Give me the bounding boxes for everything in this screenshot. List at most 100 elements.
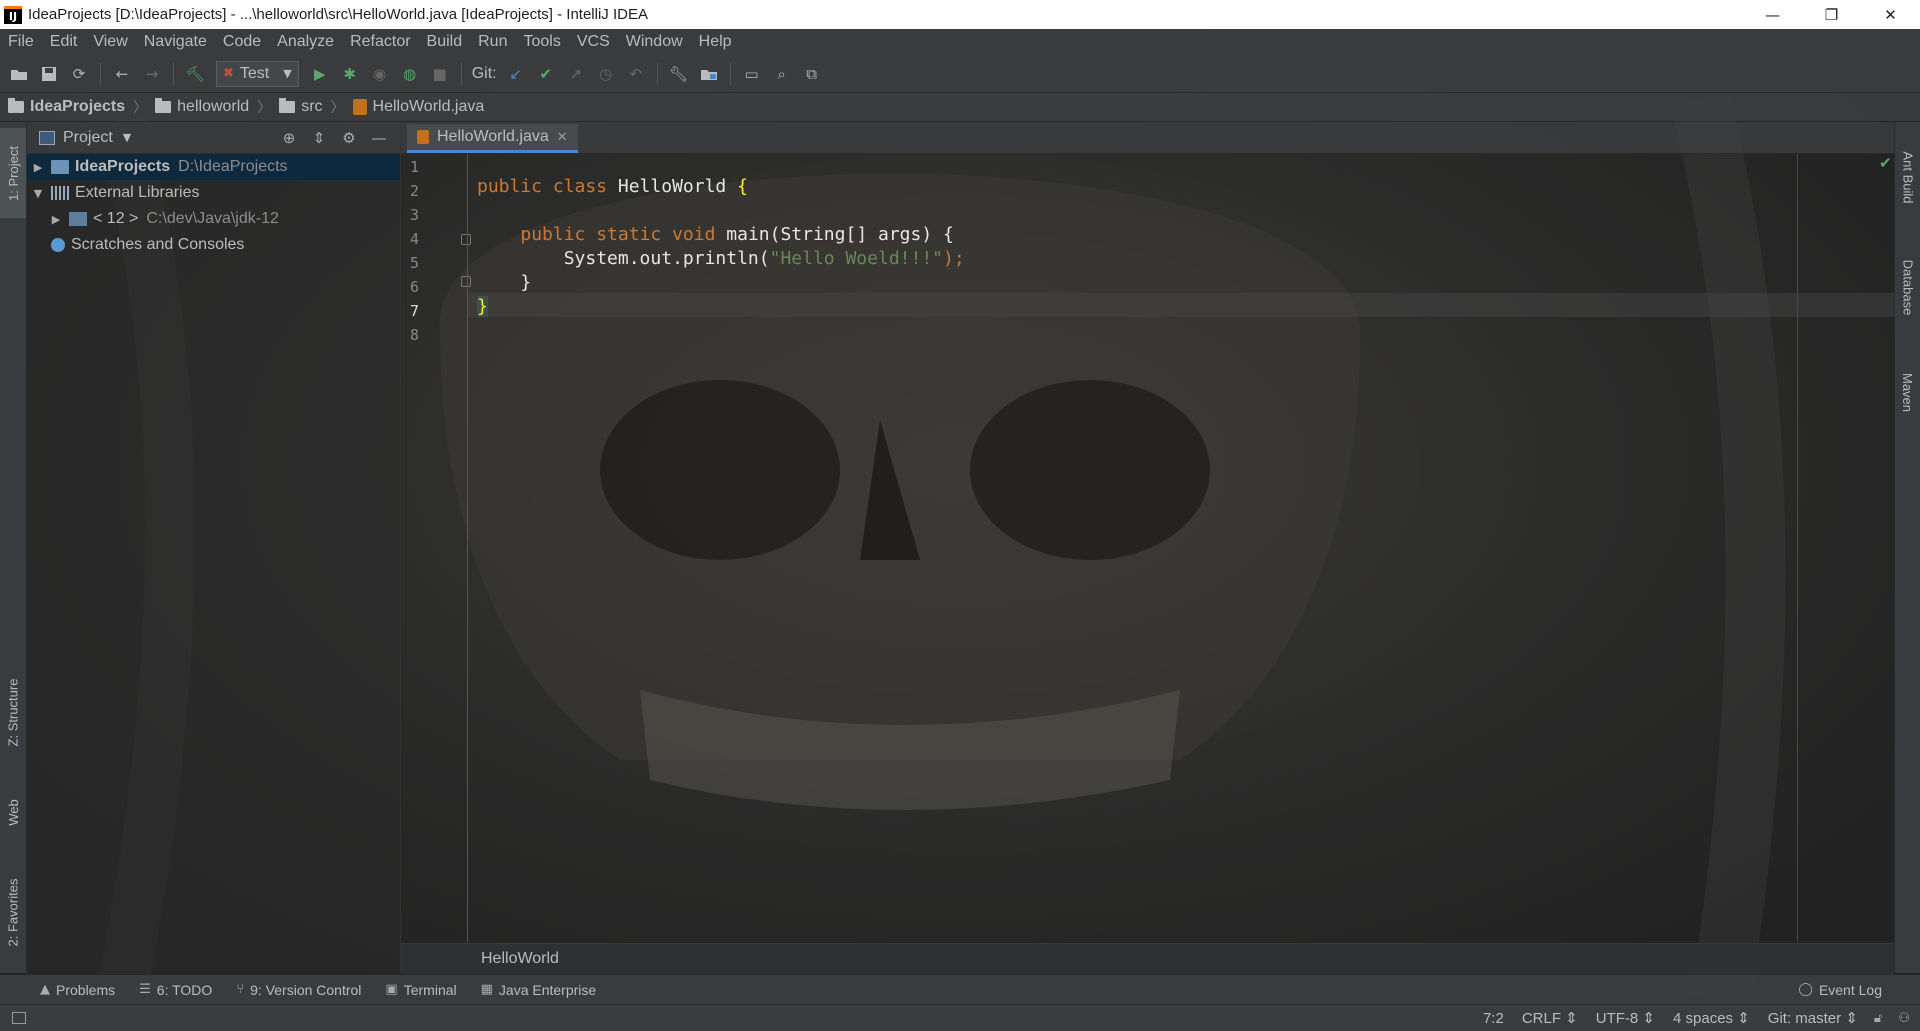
editor-gutter[interactable]: 1 2 3 4 5 6 7 8 — [401, 154, 467, 942]
close-tab-icon[interactable]: ✕ — [557, 130, 568, 145]
breadcrumb-item-src[interactable]: src — [279, 98, 323, 116]
code-line-6: } — [477, 272, 531, 293]
project-structure-icon[interactable] — [694, 59, 724, 89]
fold-marker-icon[interactable] — [461, 276, 471, 287]
tool-window-maven[interactable]: Maven — [1895, 352, 1920, 432]
menu-run[interactable]: Run — [470, 33, 515, 51]
editor-tab-helloworld[interactable]: HelloWorld.java ✕ — [407, 124, 578, 153]
window-title: IdeaProjects [D:\IdeaProjects] - ...\hel… — [28, 6, 648, 23]
breadcrumb-item-helloworld[interactable]: helloworld — [155, 98, 249, 116]
toggle-tool-windows-icon[interactable] — [12, 1012, 26, 1024]
breadcrumb-item-file[interactable]: HelloWorld.java — [352, 98, 484, 116]
project-view-selector[interactable]: Project ▼ — [39, 129, 131, 147]
code-editor[interactable]: 1 2 3 4 5 6 7 8 ✔ public class HelloWorl… — [401, 154, 1894, 942]
tool-window-project[interactable]: 1: Project — [0, 128, 26, 218]
inspector-icon[interactable]: ⚇ — [1898, 1011, 1910, 1026]
editor-breadcrumb-class[interactable]: HelloWorld — [481, 950, 559, 968]
tool-window-favorites[interactable]: 2: Favorites — [0, 862, 26, 962]
vcs-operations-icon[interactable]: ⧉ — [797, 59, 827, 89]
java-file-icon — [417, 130, 429, 144]
menu-vcs[interactable]: VCS — [569, 33, 618, 51]
git-branch-selector[interactable]: Git: master ⇕ — [1768, 1009, 1858, 1027]
jdk-folder-icon — [69, 212, 87, 226]
intellij-logo-icon: IJ — [4, 5, 22, 24]
tab-version-control[interactable]: ⑂ 9: Version Control — [236, 982, 361, 998]
run-icon[interactable]: ▶ — [305, 59, 335, 89]
git-history-icon[interactable]: ◷ — [591, 59, 621, 89]
profile-icon[interactable]: ◍ — [395, 59, 425, 89]
line-separator-selector[interactable]: CRLF ⇕ — [1522, 1009, 1578, 1027]
tree-item-ideaprojects[interactable]: ▶ IdeaProjects D:\IdeaProjects — [27, 154, 400, 180]
git-revert-icon[interactable]: ↶ — [621, 59, 651, 89]
menu-help[interactable]: Help — [691, 33, 740, 51]
collapse-all-icon[interactable]: ⇕ — [304, 129, 334, 147]
chevron-right-icon: 〉 — [257, 100, 272, 116]
open-folder-icon[interactable] — [4, 59, 34, 89]
folder-icon — [155, 98, 172, 113]
tab-todo[interactable]: ☰ 6: TODO — [139, 982, 212, 998]
back-arrow-icon[interactable]: ← — [107, 59, 137, 89]
run-configuration-select[interactable]: ✖ Test ▼ — [216, 60, 299, 87]
debug-bug-icon[interactable]: ✱ — [335, 59, 365, 89]
tree-item-external-libraries[interactable]: ▼ External Libraries — [27, 180, 400, 206]
no-problems-check-icon[interactable]: ✔ — [1879, 154, 1892, 172]
caret-position[interactable]: 7:2 — [1483, 1010, 1504, 1027]
encoding-selector[interactable]: UTF-8 ⇕ — [1596, 1009, 1655, 1027]
menu-refactor[interactable]: Refactor — [342, 33, 418, 51]
menu-view[interactable]: View — [85, 33, 135, 51]
build-hammer-icon[interactable]: 🔨︎ — [180, 59, 210, 89]
project-icon — [39, 130, 55, 145]
restore-button[interactable]: ❐ — [1802, 0, 1861, 29]
tool-window-label: Web — [5, 798, 21, 826]
menu-edit[interactable]: Edit — [42, 33, 86, 51]
menu-navigate[interactable]: Navigate — [136, 33, 215, 51]
expand-arrow-icon[interactable]: ▶ — [49, 213, 63, 226]
tree-item-jdk[interactable]: ▶ < 12 > C:\dev\Java\jdk-12 — [27, 206, 400, 232]
tab-terminal[interactable]: ▣ Terminal — [385, 982, 456, 998]
tab-problems[interactable]: ▲ Problems — [40, 982, 115, 998]
terminal-window-icon[interactable]: ▭ — [737, 59, 767, 89]
menu-file[interactable]: File — [0, 33, 42, 51]
lock-icon[interactable]: 🔓︎ — [1874, 1011, 1882, 1026]
expand-arrow-icon[interactable]: ▶ — [31, 161, 45, 174]
search-icon[interactable]: ⌕ — [767, 59, 797, 89]
locate-file-icon[interactable]: ⊕ — [274, 129, 304, 147]
tool-window-ant-build[interactable]: Ant Build — [1895, 132, 1920, 222]
tool-window-label: Maven — [1900, 372, 1916, 412]
minimize-button[interactable]: — — [1743, 0, 1802, 29]
breadcrumb-item-ideaprojects[interactable]: IdeaProjects — [8, 98, 125, 116]
settings-wrench-icon[interactable]: 🔧︎ — [664, 59, 694, 89]
run-coverage-icon[interactable]: ◉ — [365, 59, 395, 89]
tab-java-enterprise[interactable]: ▦ Java Enterprise — [481, 982, 597, 998]
collapse-arrow-icon[interactable]: ▼ — [31, 187, 45, 200]
git-update-icon[interactable]: ↙ — [501, 59, 531, 89]
indent-selector[interactable]: 4 spaces ⇕ — [1673, 1009, 1750, 1027]
sync-icon[interactable]: ⟳ — [64, 59, 94, 89]
gear-icon[interactable]: ⚙ — [334, 129, 364, 147]
fold-marker-icon[interactable] — [461, 234, 471, 245]
menu-tools[interactable]: Tools — [515, 33, 568, 51]
menu-code[interactable]: Code — [215, 33, 269, 51]
menu-build[interactable]: Build — [419, 33, 471, 51]
hide-panel-icon[interactable]: — — [364, 129, 394, 147]
menu-analyze[interactable]: Analyze — [269, 33, 342, 51]
tool-window-structure[interactable]: Z: Structure — [0, 662, 26, 762]
module-folder-icon — [51, 160, 69, 174]
status-value: UTF-8 — [1595, 1010, 1639, 1027]
git-commit-icon[interactable]: ✔ — [531, 59, 561, 89]
tab-event-log[interactable]: ◯ Event Log — [1798, 982, 1882, 998]
forward-arrow-icon[interactable]: → — [137, 59, 167, 89]
close-button[interactable]: ✕ — [1861, 0, 1920, 29]
chevron-down-icon: ▼ — [122, 131, 132, 144]
save-all-icon[interactable] — [34, 59, 64, 89]
line-number: 4 — [409, 230, 419, 248]
tool-window-database[interactable]: Database — [1895, 242, 1920, 332]
tool-window-label: Database — [1900, 259, 1916, 315]
menu-window[interactable]: Window — [618, 33, 691, 51]
code-keyword: public class — [477, 176, 608, 197]
menu-bar: File Edit View Navigate Code Analyze Ref… — [0, 29, 1920, 55]
git-push-icon[interactable]: ↗ — [561, 59, 591, 89]
stop-icon[interactable]: ■ — [425, 59, 455, 89]
tree-item-scratches[interactable]: Scratches and Consoles — [27, 232, 400, 258]
tool-window-web[interactable]: Web — [0, 782, 26, 842]
